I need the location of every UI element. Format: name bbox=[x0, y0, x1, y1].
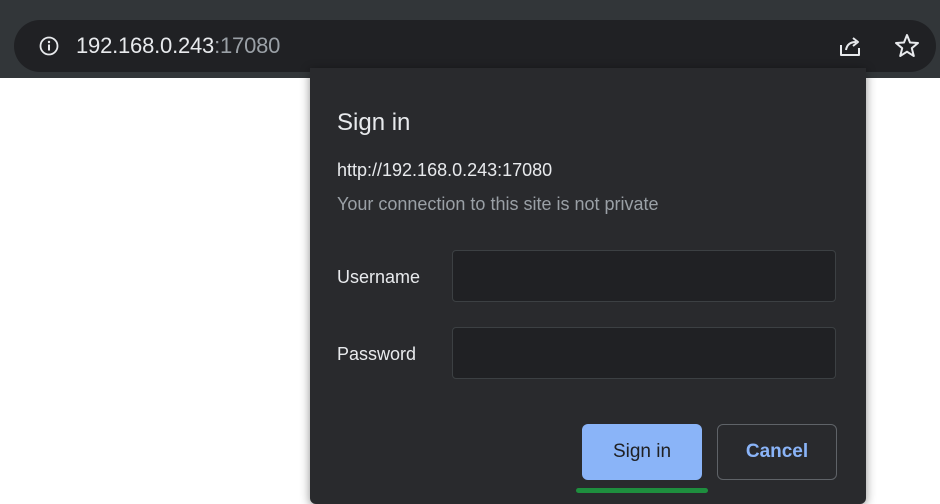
address-bar[interactable]: 192.168.0.243:17080 bbox=[14, 20, 936, 72]
sign-in-dialog: Sign in http://192.168.0.243:17080 Your … bbox=[310, 68, 866, 504]
cancel-button[interactable]: Cancel bbox=[717, 424, 837, 480]
url-host: 192.168.0.243 bbox=[76, 33, 215, 58]
password-input[interactable] bbox=[452, 327, 836, 379]
username-label: Username bbox=[337, 267, 421, 287]
url-text[interactable]: 192.168.0.243:17080 bbox=[76, 32, 280, 60]
sign-in-button[interactable]: Sign in bbox=[582, 424, 702, 480]
browser-toolbar: 192.168.0.243:17080 bbox=[0, 0, 940, 78]
site-origin: http://192.168.0.243:17080 bbox=[337, 160, 553, 180]
share-icon[interactable] bbox=[836, 32, 864, 60]
info-icon[interactable] bbox=[38, 35, 60, 57]
url-port: :17080 bbox=[214, 33, 281, 58]
dialog-title: Sign in bbox=[337, 109, 411, 136]
focus-indicator bbox=[576, 488, 708, 493]
star-icon[interactable] bbox=[892, 31, 922, 61]
password-label: Password bbox=[337, 344, 417, 364]
privacy-warning: Your connection to this site is not priv… bbox=[337, 194, 659, 214]
username-input[interactable] bbox=[452, 250, 836, 302]
